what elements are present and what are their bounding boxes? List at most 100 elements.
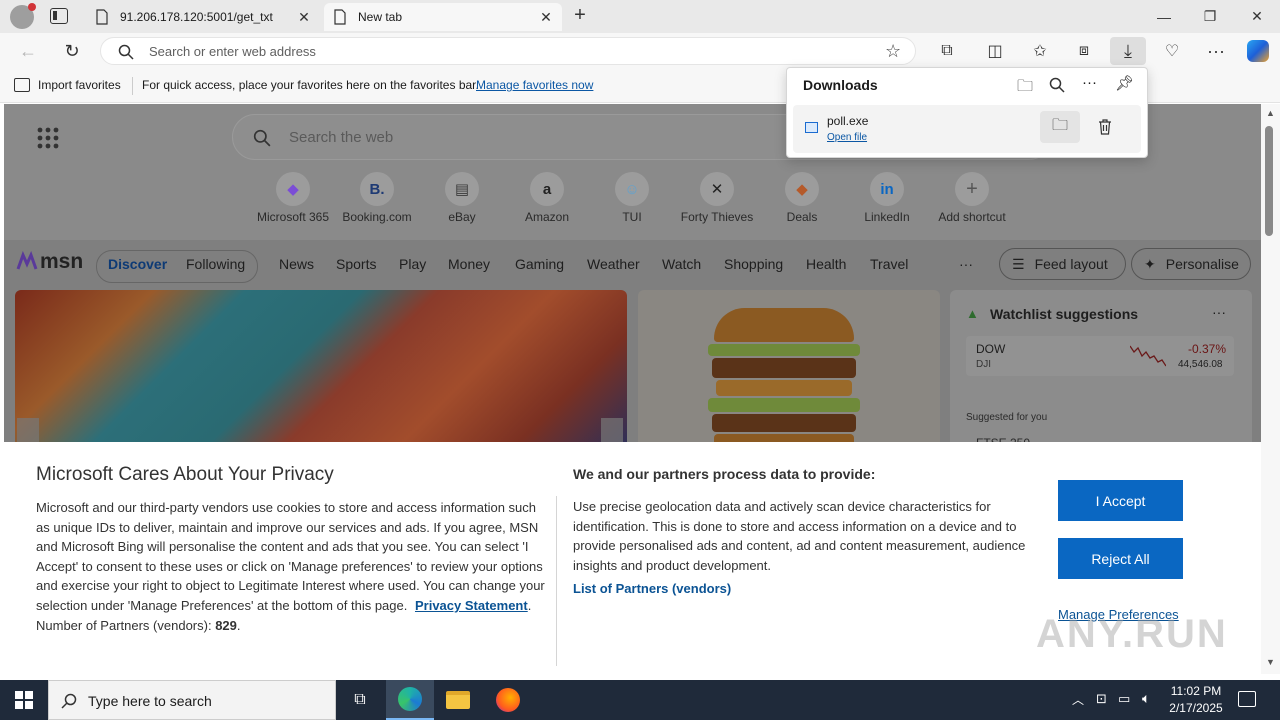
nav-health[interactable]: Health — [806, 256, 846, 272]
list-of-partners-link[interactable]: List of Partners (vendors) — [573, 581, 731, 596]
nav-play[interactable]: Play — [399, 256, 426, 272]
deals-icon: ◆ — [785, 172, 819, 206]
scroll-thumb[interactable] — [1265, 126, 1273, 236]
amazon-icon: a — [530, 172, 564, 206]
nav-news[interactable]: News — [279, 256, 314, 272]
delete-icon[interactable] — [1089, 111, 1121, 143]
tab-get-txt[interactable]: 91.206.178.120:5001/get_txt ✕ — [86, 3, 320, 31]
taskbar-clock[interactable]: 11:02 PM 2/17/2025 — [1164, 683, 1228, 717]
accept-button[interactable]: I Accept — [1058, 480, 1183, 521]
burger-news-card[interactable] — [638, 290, 940, 450]
personalise-button[interactable]: ✦ Personalise — [1131, 248, 1251, 280]
notifications-icon[interactable] — [1238, 691, 1256, 707]
ebay-icon: ▤ — [445, 172, 479, 206]
sliders-icon: ☰ — [1012, 255, 1025, 272]
shortcut-ebay[interactable]: ▤ eBay — [420, 172, 504, 224]
shortcut-microsoft-365[interactable]: ◆ Microsoft 365 — [251, 172, 335, 224]
new-tab-button[interactable]: + — [568, 4, 592, 28]
refresh-icon[interactable]: ↻ — [56, 37, 88, 65]
shortcut-linkedin[interactable]: in LinkedIn — [845, 172, 929, 224]
page-scrollbar[interactable]: ▲ ▼ — [1261, 104, 1280, 674]
shortcut-tui[interactable]: ☺ TUI — [590, 172, 674, 224]
shortcut-booking[interactable]: B. Booking.com — [335, 172, 419, 224]
back-icon[interactable]: ← — [12, 37, 44, 65]
downloads-icon[interactable]: ⤓ — [1110, 37, 1146, 65]
nav-money[interactable]: Money — [448, 256, 490, 272]
stock-row-dow[interactable]: DOW DJI -0.37% 44,546.08 — [966, 336, 1234, 376]
network-icon[interactable]: ▭ — [1118, 691, 1130, 707]
manage-favorites-link[interactable]: Manage favorites now — [476, 78, 593, 92]
import-favorites-link[interactable]: Import favorites — [38, 78, 121, 92]
shortcut-add[interactable]: + Add shortcut — [930, 172, 1014, 224]
page-icon — [96, 9, 108, 25]
start-button[interactable] — [0, 680, 48, 720]
address-bar[interactable]: Search or enter web address ☆ — [100, 37, 916, 65]
favorites-icon[interactable]: ✩ — [1024, 37, 1056, 65]
taskbar-search-box[interactable]: Type here to search — [48, 680, 336, 720]
device-icon[interactable]: ⊡ — [1096, 691, 1107, 707]
nav-sports[interactable]: Sports — [336, 256, 376, 272]
nav-more-icon[interactable]: ··· — [959, 256, 973, 272]
msn-nav-bar: msn Discover Following News Sports Play … — [4, 240, 1261, 290]
forty-thieves-icon: ✕ — [700, 172, 734, 206]
file-explorer-icon[interactable] — [434, 680, 482, 720]
task-view-icon[interactable]: ⧉ — [336, 680, 384, 720]
download-item[interactable]: poll.exe Open file 🗀 — [793, 105, 1141, 153]
browser-essentials-icon[interactable]: ♡ — [1156, 37, 1188, 65]
close-window-button[interactable]: ✕ — [1234, 0, 1280, 33]
divider — [132, 77, 133, 95]
weather-map-card[interactable] — [15, 290, 627, 450]
show-in-folder-button[interactable]: 🗀 — [1040, 111, 1080, 143]
nav-shopping[interactable]: Shopping — [724, 256, 783, 272]
open-downloads-folder-icon[interactable]: 🗀 — [1017, 75, 1033, 102]
reject-all-button[interactable]: Reject All — [1058, 538, 1183, 579]
nav-travel[interactable]: Travel — [870, 256, 908, 272]
downloads-title: Downloads — [803, 77, 878, 93]
privacy-statement-link[interactable]: Privacy Statement — [415, 598, 528, 613]
close-tab-icon[interactable]: ✕ — [538, 9, 554, 25]
copilot-icon[interactable] — [1242, 37, 1274, 65]
linkedin-icon: in — [870, 172, 904, 206]
msn-logo[interactable]: msn — [16, 250, 83, 274]
nav-gaming[interactable]: Gaming — [515, 256, 564, 272]
watchlist-more-icon[interactable]: ··· — [1212, 304, 1226, 320]
exe-file-icon — [805, 122, 818, 133]
tab-actions-icon[interactable] — [50, 8, 68, 24]
search-icon — [118, 44, 134, 60]
split-screen-icon[interactable]: ◫ — [979, 37, 1011, 65]
scroll-up-icon[interactable]: ▲ — [1266, 108, 1275, 118]
close-tab-icon[interactable]: ✕ — [296, 9, 312, 25]
restore-button[interactable]: ❐ — [1187, 0, 1233, 33]
shortcut-amazon[interactable]: a Amazon — [505, 172, 589, 224]
add-icon: + — [955, 172, 989, 206]
tab-new-tab[interactable]: New tab ✕ — [324, 3, 562, 31]
minimize-button[interactable]: — — [1141, 0, 1187, 33]
volume-icon[interactable]: 🔈︎ — [1142, 690, 1150, 707]
tab-following[interactable]: Following — [186, 256, 245, 272]
shortcut-deals[interactable]: ◆ Deals — [760, 172, 844, 224]
pin-icon[interactable]: 📌︎ — [1115, 74, 1134, 92]
settings-more-icon[interactable]: ··· — [1200, 37, 1232, 65]
nav-watch[interactable]: Watch — [662, 256, 701, 272]
nav-weather[interactable]: Weather — [587, 256, 640, 272]
downloads-more-icon[interactable]: ··· — [1082, 74, 1097, 91]
open-file-link[interactable]: Open file — [827, 132, 867, 143]
taskbar-search-placeholder: Type here to search — [88, 693, 212, 709]
profile-avatar-icon[interactable] — [10, 3, 36, 29]
msn-butterfly-icon — [16, 251, 38, 270]
booking-icon: B. — [360, 172, 394, 206]
edge-taskbar-icon[interactable] — [386, 680, 434, 720]
burger-image — [714, 308, 854, 342]
search-downloads-icon[interactable] — [1049, 77, 1065, 93]
scroll-down-icon[interactable]: ▼ — [1266, 657, 1275, 667]
tray-overflow-icon[interactable]: ︿ — [1072, 691, 1084, 708]
extensions-icon[interactable]: ⧉ — [931, 37, 963, 65]
shortcut-forty-thieves[interactable]: ✕ Forty Thieves — [675, 172, 759, 224]
firefox-icon[interactable] — [484, 680, 532, 720]
tab-discover[interactable]: Discover — [108, 256, 167, 272]
favorite-star-icon[interactable]: ☆ — [885, 41, 901, 62]
feed-layout-button[interactable]: ☰ Feed layout — [999, 248, 1126, 280]
apps-launcher-icon[interactable] — [37, 127, 59, 149]
data-processing-body: Use precise geolocation data and activel… — [573, 499, 1026, 573]
collections-icon[interactable]: ⧈ — [1068, 37, 1100, 65]
